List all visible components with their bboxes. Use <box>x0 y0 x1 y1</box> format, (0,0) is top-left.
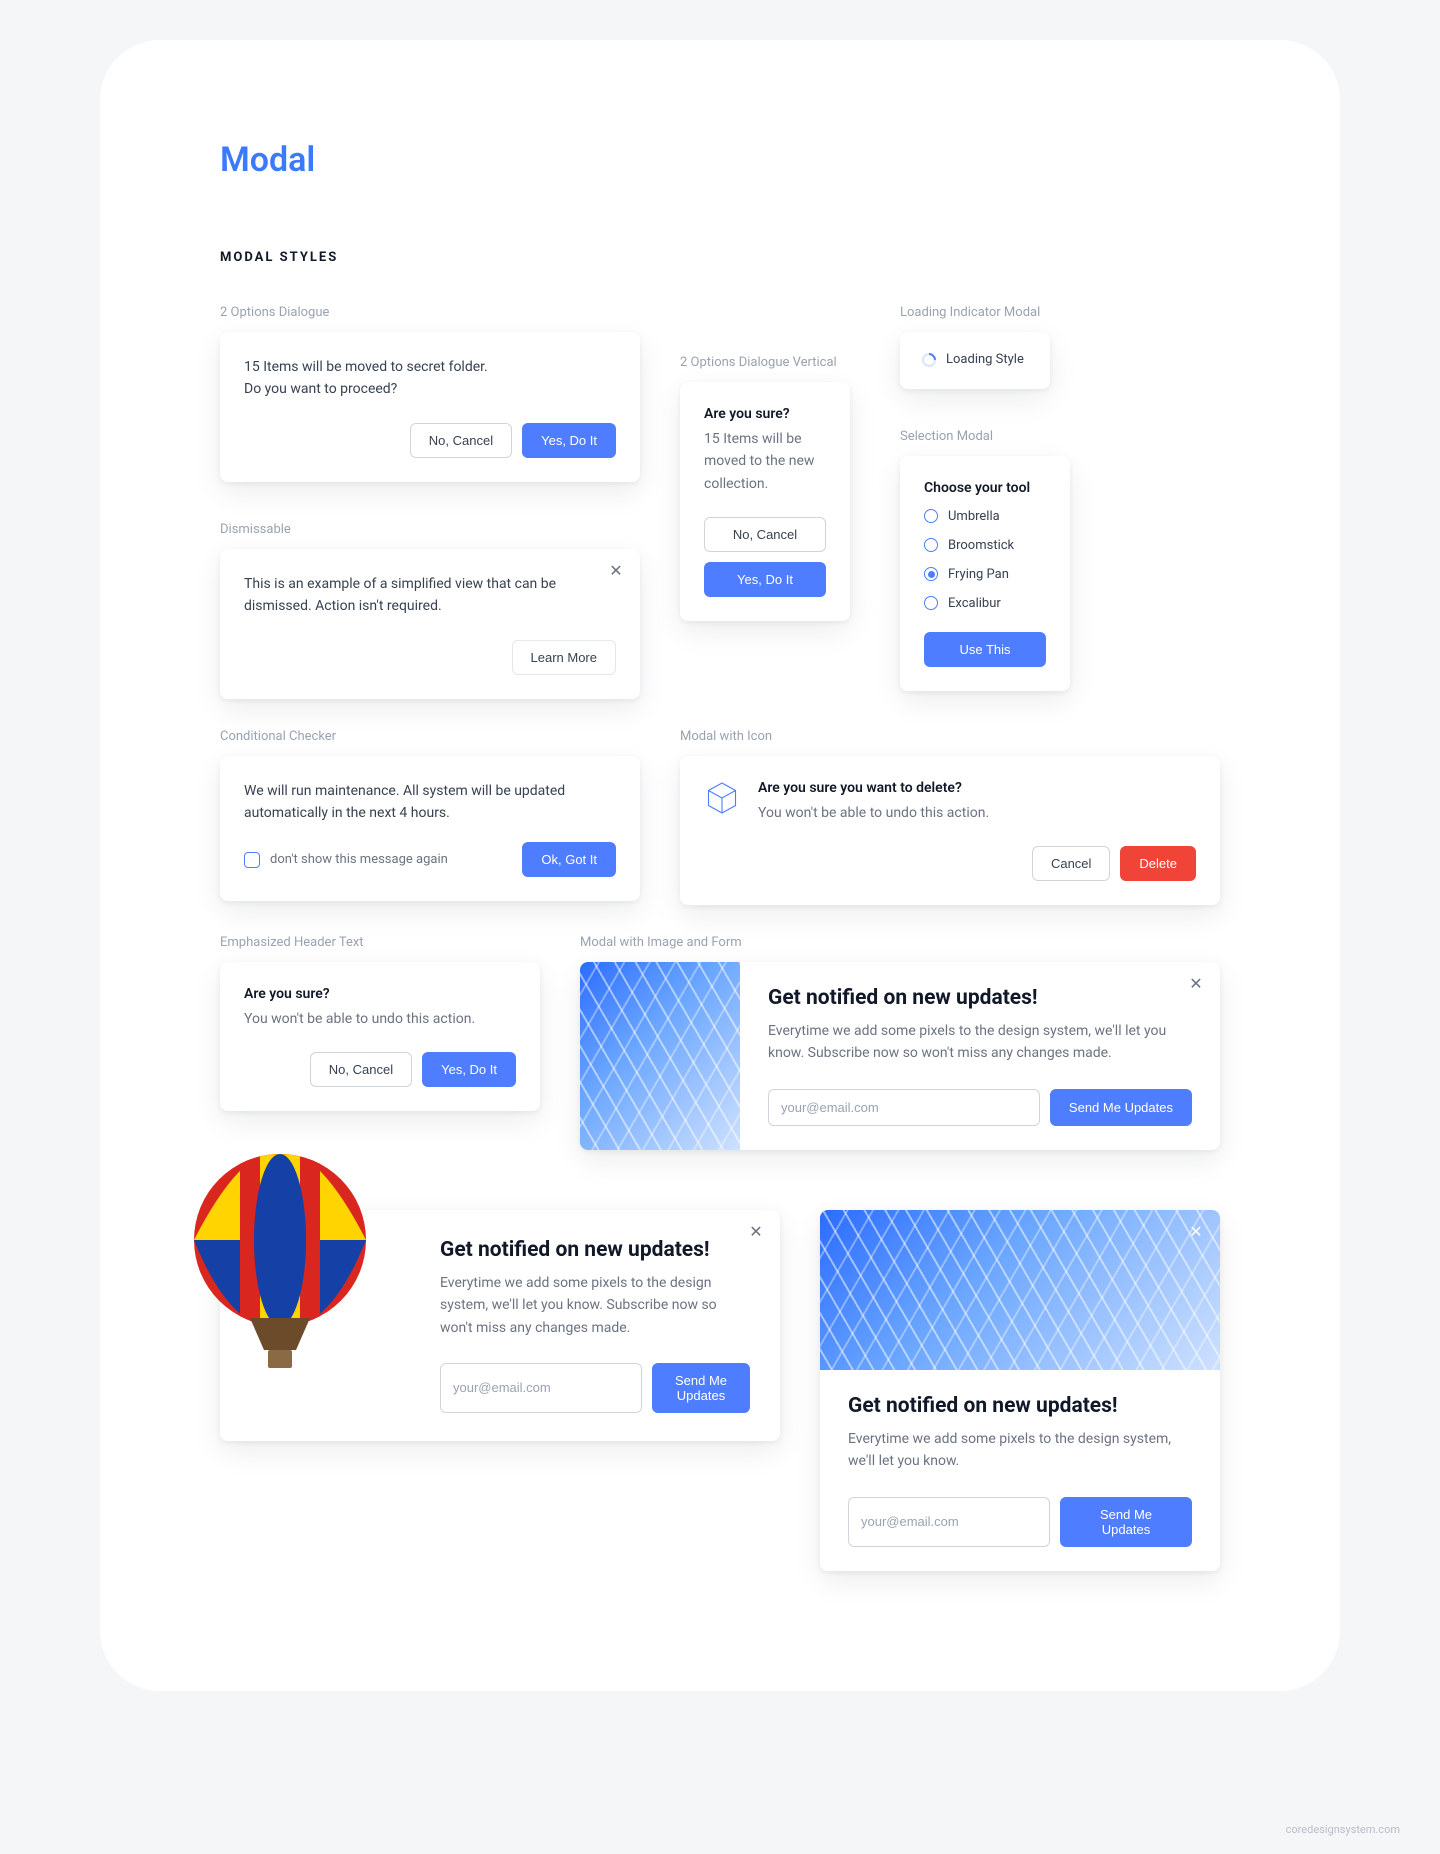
label-conditional: Conditional Checker <box>220 729 640 744</box>
radio-label: Broomstick <box>948 538 1014 553</box>
page-title: Modal <box>220 140 1220 180</box>
modal-dismissable: ✕ This is an example of a simplified vie… <box>220 549 640 699</box>
subscribe-body: Everytime we add some pixels to the desi… <box>768 1020 1192 1065</box>
checkbox[interactable] <box>244 852 260 868</box>
hero-image <box>580 962 740 1150</box>
modal-subscribe-top-image: ✕ Get notified on new updates! Everytime… <box>820 1210 1220 1571</box>
use-this-button[interactable]: Use This <box>924 632 1046 667</box>
radio-option[interactable]: Frying Pan <box>924 560 1046 589</box>
label-loading: Loading Indicator Modal <box>900 305 1220 320</box>
checkbox-label: don't show this message again <box>270 852 448 867</box>
cancel-button[interactable]: Cancel <box>1032 846 1110 881</box>
footer-credit: coredesignsystem.com <box>1286 1823 1400 1836</box>
modal-loading: Loading Style <box>900 332 1050 389</box>
radio-label: Umbrella <box>948 509 1000 524</box>
send-updates-button[interactable]: Send Me Updates <box>1050 1089 1192 1126</box>
radio-icon <box>924 509 938 523</box>
modal-subscribe-left-image: ✕ Get notified on new updates! Everytime… <box>580 962 1220 1150</box>
cube-icon <box>704 780 740 816</box>
label-selection: Selection Modal <box>900 429 1220 444</box>
email-input[interactable] <box>440 1363 642 1413</box>
close-icon[interactable]: ✕ <box>1188 1224 1204 1240</box>
delete-button[interactable]: Delete <box>1120 846 1196 881</box>
icon-modal-body: You won't be able to undo this action. <box>758 802 989 824</box>
subscribe-body: Everytime we add some pixels to the desi… <box>440 1272 750 1339</box>
modal-emphasized: Are you sure? You won't be able to undo … <box>220 962 540 1111</box>
modal-selection: Choose your tool Umbrella Broomstick Fryin… <box>900 456 1070 691</box>
close-icon[interactable]: ✕ <box>1188 976 1204 992</box>
modal-subscribe-balloon: ✕ Get notified on new updates! Everytime… <box>220 1210 780 1441</box>
modal-conditional: We will run maintenance. All system will… <box>220 756 640 902</box>
subscribe-body: Everytime we add some pixels to the desi… <box>848 1428 1192 1473</box>
section-title: MODAL STYLES <box>220 250 1220 265</box>
email-input[interactable] <box>768 1089 1040 1126</box>
subscribe-title: Get notified on new updates! <box>440 1238 750 1262</box>
label-dismissable: Dismissable <box>220 522 640 537</box>
email-input[interactable] <box>848 1497 1050 1547</box>
label-two-options-vertical: 2 Options Dialogue Vertical <box>680 355 860 370</box>
modal-two-options-vertical: Are you sure? 15 Items will be moved to … <box>680 382 850 621</box>
confirm-button[interactable]: Yes, Do It <box>422 1052 516 1087</box>
close-icon[interactable]: ✕ <box>748 1224 764 1240</box>
hero-image: ✕ <box>820 1210 1220 1370</box>
label-emphasized: Emphasized Header Text <box>220 935 540 950</box>
icon-modal-title: Are you sure you want to delete? <box>758 780 989 796</box>
vertical-title: Are you sure? <box>704 406 826 422</box>
emphasized-title: Are you sure? <box>244 986 516 1002</box>
radio-option[interactable]: Umbrella <box>924 502 1046 531</box>
radio-option[interactable]: Excalibur <box>924 589 1046 618</box>
send-updates-button[interactable]: Send Me Updates <box>1060 1497 1192 1547</box>
subscribe-title: Get notified on new updates! <box>848 1394 1192 1418</box>
emphasized-body: You won't be able to undo this action. <box>244 1008 516 1030</box>
learn-more-button[interactable]: Learn More <box>512 640 616 675</box>
label-modal-icon: Modal with Icon <box>680 729 1220 744</box>
two-options-line2: Do you want to proceed? <box>244 378 616 400</box>
spinner-icon <box>919 350 939 370</box>
radio-option[interactable]: Broomstick <box>924 531 1046 560</box>
radio-icon <box>924 567 938 581</box>
radio-label: Frying Pan <box>948 567 1009 582</box>
radio-icon <box>924 538 938 552</box>
label-modal-image-form: Modal with Image and Form <box>580 935 1220 950</box>
send-updates-button[interactable]: Send Me Updates <box>652 1363 750 1413</box>
radio-label: Excalibur <box>948 596 1001 611</box>
radio-list: Umbrella Broomstick Frying Pan Excalibur <box>924 502 1046 618</box>
confirm-button[interactable]: Yes, Do It <box>522 423 616 458</box>
loading-text: Loading Style <box>946 350 1024 371</box>
modal-with-icon: Are you sure you want to delete? You won… <box>680 756 1220 905</box>
confirm-button[interactable]: Yes, Do It <box>704 562 826 597</box>
ok-button[interactable]: Ok, Got It <box>522 842 616 877</box>
balloon-image <box>180 1150 380 1380</box>
cancel-button[interactable]: No, Cancel <box>310 1052 412 1087</box>
cancel-button[interactable]: No, Cancel <box>410 423 512 458</box>
selection-title: Choose your tool <box>924 480 1046 496</box>
subscribe-title: Get notified on new updates! <box>768 986 1192 1010</box>
dismissable-body: This is an example of a simplified view … <box>244 573 616 618</box>
two-options-line1: 15 Items will be moved to secret folder. <box>244 356 616 378</box>
vertical-body: 15 Items will be moved to the new collec… <box>704 428 826 495</box>
modal-two-options: 15 Items will be moved to secret folder.… <box>220 332 640 482</box>
cancel-button[interactable]: No, Cancel <box>704 517 826 552</box>
radio-icon <box>924 596 938 610</box>
close-icon[interactable]: ✕ <box>608 563 624 579</box>
conditional-body: We will run maintenance. All system will… <box>244 780 616 825</box>
label-two-options: 2 Options Dialogue <box>220 305 640 320</box>
